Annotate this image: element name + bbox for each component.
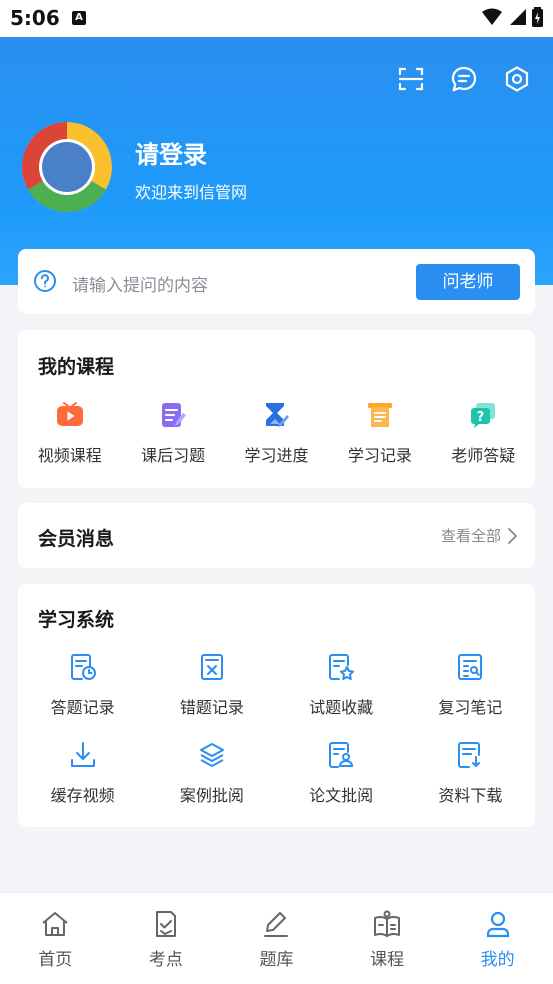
course-item-label: 老师答疑 <box>451 446 516 465</box>
tab-label: 考点 <box>148 950 183 970</box>
system-item-notes[interactable]: 复习笔记 <box>406 652 535 718</box>
material-download-icon <box>455 740 485 770</box>
view-all-link[interactable]: 查看全部 <box>441 525 517 546</box>
system-item-favorite[interactable]: 试题收藏 <box>277 652 406 718</box>
tab-course[interactable]: 课程 <box>332 893 443 984</box>
case-review-icon <box>197 740 227 770</box>
wrong-record-icon <box>197 652 227 682</box>
system-icons <box>482 7 543 27</box>
study-system-title: 学习系统 <box>38 609 115 631</box>
system-item-label: 缓存视频 <box>50 786 115 805</box>
home-icon <box>40 909 70 939</box>
course-item-label: 学习进度 <box>244 446 309 465</box>
question-icon <box>33 269 57 293</box>
tab-question-bank[interactable]: 题库 <box>221 893 332 984</box>
scan-icon[interactable] <box>397 65 425 93</box>
system-item-wrong-record[interactable]: 错题记录 <box>147 652 276 718</box>
status-time: 5:06 <box>10 6 60 30</box>
course-item-exercise[interactable]: 课后习题 <box>121 400 224 466</box>
tab-label: 题库 <box>259 950 294 970</box>
my-courses-title: 我的课程 <box>38 356 115 378</box>
system-item-download-video[interactable]: 缓存视频 <box>18 740 147 806</box>
system-item-label: 案例批阅 <box>179 786 244 805</box>
tab-label: 首页 <box>38 950 73 970</box>
bottom-tab-bar: 首页 考点 题库 课程 我的 <box>0 892 553 984</box>
status-bar: 5:06 A <box>0 0 553 37</box>
ask-input[interactable]: 请输入提问的内容 <box>72 271 208 296</box>
system-item-label: 复习笔记 <box>438 698 503 717</box>
record-icon <box>365 400 395 430</box>
tab-home[interactable]: 首页 <box>0 893 111 984</box>
chevron-right-icon <box>508 527 517 544</box>
favorite-icon <box>326 652 356 682</box>
tab-label: 我的 <box>480 950 515 970</box>
login-subtitle: 欢迎来到信管网 <box>135 183 248 202</box>
ask-card: 请输入提问的内容 问老师 <box>18 249 535 314</box>
study-system-grid: 答题记录 错题记录 试题收藏 复习笔记 缓存视频 案例批阅 论文批阅 资料下载 <box>18 652 535 806</box>
course-item-qa[interactable]: ? 老师答疑 <box>432 400 535 466</box>
profile-icon <box>483 909 513 939</box>
ask-teacher-button[interactable]: 问老师 <box>416 264 520 300</box>
signal-icon <box>510 9 526 25</box>
settings-icon[interactable] <box>503 65 531 93</box>
system-item-label: 资料下载 <box>438 786 503 805</box>
course-item-label: 视频课程 <box>37 446 102 465</box>
answer-record-icon <box>68 652 98 682</box>
tab-label: 课程 <box>370 950 405 970</box>
wifi-icon <box>482 8 502 25</box>
tab-profile[interactable]: 我的 <box>442 893 553 984</box>
battery-icon <box>532 7 543 27</box>
course-item-label: 学习记录 <box>347 446 412 465</box>
paper-review-icon <box>326 740 356 770</box>
my-courses-row: 视频课程 课后习题 学习进度 学习记录 ? 老师答疑 <box>18 400 535 466</box>
a-icon: A <box>72 11 86 25</box>
header-actions <box>397 65 531 93</box>
study-system-card: 学习系统 答题记录 错题记录 试题收藏 复习笔记 缓存视频 案例批阅 论文批阅 … <box>18 584 535 827</box>
login-title[interactable]: 请登录 <box>135 135 207 170</box>
avatar[interactable] <box>22 122 112 212</box>
question-bank-icon <box>261 909 291 939</box>
course-icon <box>372 909 402 939</box>
notes-icon <box>455 652 485 682</box>
course-item-video[interactable]: 视频课程 <box>18 400 121 466</box>
member-messages-title: 会员消息 <box>38 528 115 550</box>
system-item-case-review[interactable]: 案例批阅 <box>147 740 276 806</box>
system-item-label: 试题收藏 <box>309 698 374 717</box>
qa-icon: ? <box>468 400 498 430</box>
tab-exam-point[interactable]: 考点 <box>111 893 222 984</box>
view-all-label: 查看全部 <box>440 527 501 545</box>
system-item-paper-review[interactable]: 论文批阅 <box>277 740 406 806</box>
course-item-progress[interactable]: 学习进度 <box>225 400 328 466</box>
system-item-material-download[interactable]: 资料下载 <box>406 740 535 806</box>
exercise-icon <box>158 400 188 430</box>
svg-text:?: ? <box>477 410 485 425</box>
progress-icon <box>261 400 291 430</box>
profile-header: 请登录 欢迎来到信管网 <box>0 37 553 285</box>
video-course-icon <box>55 400 85 430</box>
download-video-icon <box>68 740 98 770</box>
system-item-label: 错题记录 <box>179 698 244 717</box>
system-item-answer-record[interactable]: 答题记录 <box>18 652 147 718</box>
system-item-label: 答题记录 <box>50 698 115 717</box>
member-messages-card[interactable]: 会员消息 查看全部 <box>18 503 535 568</box>
message-icon[interactable] <box>450 65 478 93</box>
course-item-record[interactable]: 学习记录 <box>328 400 431 466</box>
system-item-label: 论文批阅 <box>309 786 374 805</box>
course-item-label: 课后习题 <box>141 446 206 465</box>
my-courses-card: 我的课程 视频课程 课后习题 学习进度 学习记录 ? 老师答疑 <box>18 330 535 488</box>
exam-point-icon <box>151 909 181 939</box>
